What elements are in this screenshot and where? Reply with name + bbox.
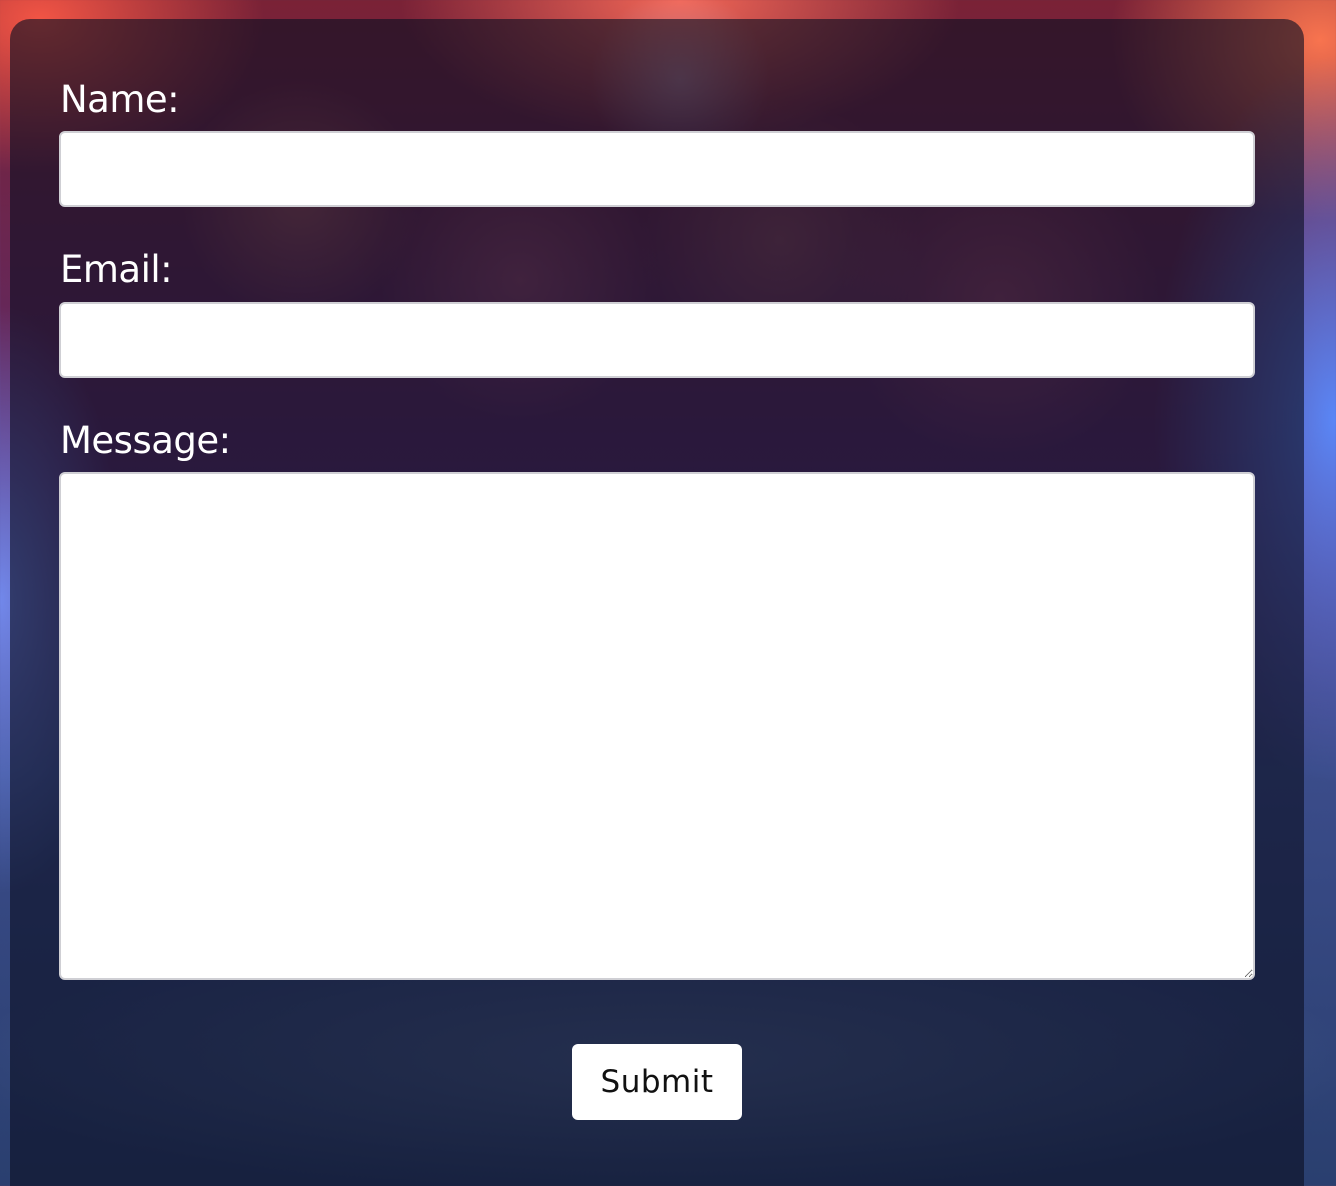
message-textarea[interactable] <box>59 472 1255 980</box>
name-input[interactable] <box>59 131 1255 207</box>
email-input[interactable] <box>59 302 1255 378</box>
submit-button[interactable]: Submit <box>572 1044 742 1120</box>
name-label: Name: <box>60 78 180 121</box>
email-label: Email: <box>60 248 173 291</box>
message-label: Message: <box>60 419 231 462</box>
